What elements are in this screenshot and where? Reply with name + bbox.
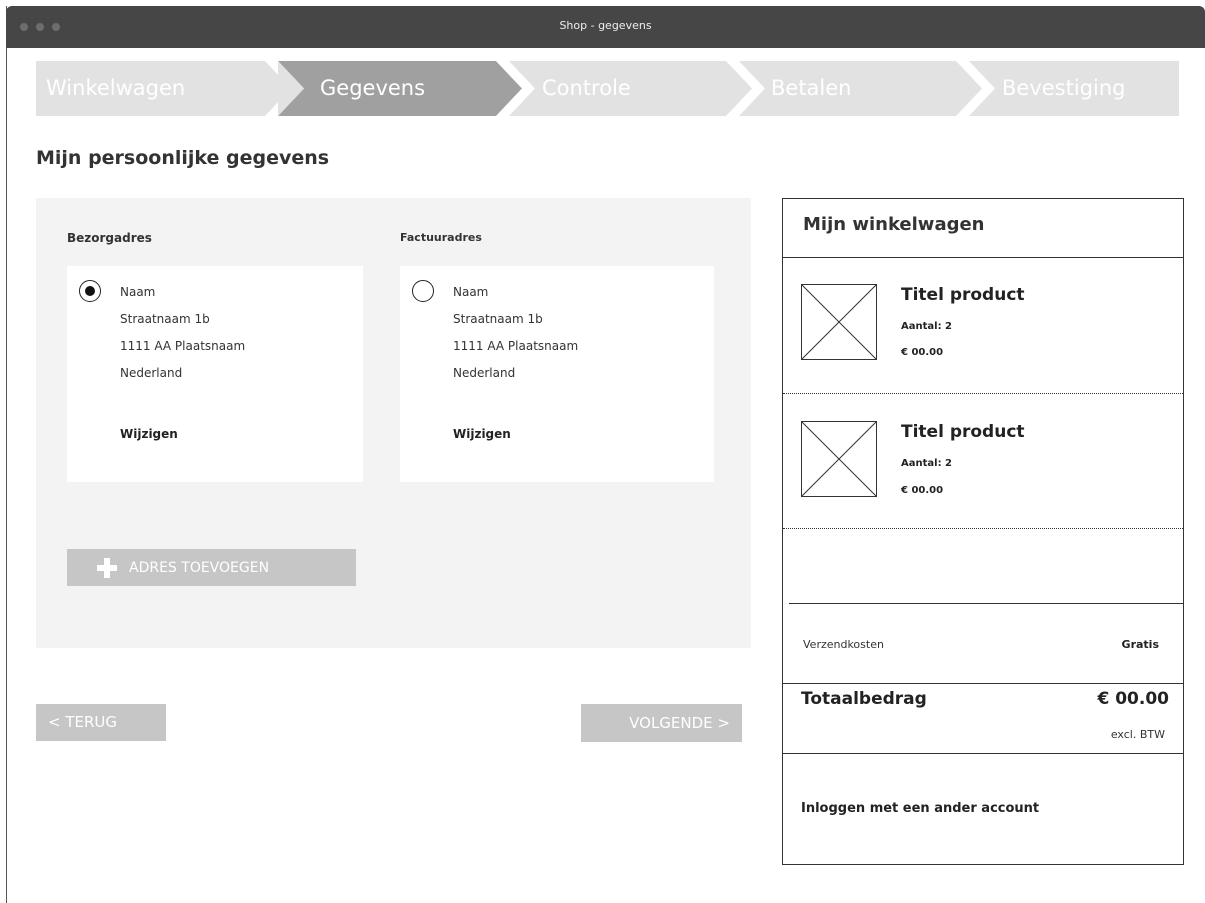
titlebar: Shop - gegevens <box>6 6 1205 48</box>
cart-panel: Mijn winkelwagen Titel product Aantal: 2… <box>782 198 1184 865</box>
total-value: € 00.00 <box>1097 689 1169 709</box>
product-quantity: Aantal: 2 <box>901 458 953 469</box>
delivery-street: Straatnaam 1b <box>120 312 210 326</box>
step-winkelwagen[interactable]: Winkelwagen <box>46 61 185 116</box>
cart-divider <box>789 603 1183 604</box>
window-title: Shop - gegevens <box>559 19 652 32</box>
product-price: € 00.00 <box>901 485 944 496</box>
delivery-city: 1111 AA Plaatsnaam <box>120 339 246 353</box>
next-button[interactable]: VOLGENDE > <box>581 704 742 742</box>
billing-address-card[interactable]: Naam Straatnaam 1b 1111 AA Plaatsnaam Ne… <box>400 266 714 482</box>
address-panel: Bezorgadres Factuuradres Naam Straatnaam… <box>36 198 751 648</box>
add-address-button[interactable]: ADRES TOEVOEGEN <box>67 549 356 586</box>
chevron-separator-4 <box>956 61 995 116</box>
product-price: € 00.00 <box>901 347 944 358</box>
product-quantity: Aantal: 2 <box>901 321 953 332</box>
cart-divider <box>783 257 1183 258</box>
billing-heading: Factuuradres <box>400 231 482 244</box>
shipping-value: Gratis <box>1121 638 1159 651</box>
step-gegevens[interactable]: Gegevens <box>320 61 425 116</box>
add-address-label: ADRES TOEVOEGEN <box>129 559 270 576</box>
billing-city: 1111 AA Plaatsnaam <box>453 339 579 353</box>
cart-divider <box>783 683 1183 684</box>
step-controle[interactable]: Controle <box>542 61 631 116</box>
billing-edit-link[interactable]: Wijzigen <box>453 427 511 441</box>
delivery-country: Nederland <box>120 366 183 380</box>
step-bevestiging[interactable]: Bevestiging <box>1002 61 1126 116</box>
billing-radio[interactable] <box>412 280 434 302</box>
delivery-radio[interactable] <box>79 280 101 302</box>
delivery-heading: Bezorgadres <box>67 231 152 245</box>
login-other-account-link[interactable]: Inloggen met een ander account <box>801 801 1039 816</box>
image-placeholder-icon <box>801 421 877 497</box>
cart-divider <box>783 753 1183 754</box>
billing-street: Straatnaam 1b <box>453 312 543 326</box>
delivery-address-card[interactable]: Naam Straatnaam 1b 1111 AA Plaatsnaam Ne… <box>67 266 363 482</box>
step-betalen[interactable]: Betalen <box>771 61 852 116</box>
total-label: Totaalbedrag <box>801 689 927 709</box>
product-image-placeholder <box>801 284 877 360</box>
product-title[interactable]: Titel product <box>901 285 1025 305</box>
cart-title: Mijn winkelwagen <box>803 214 985 235</box>
product-title[interactable]: Titel product <box>901 422 1025 442</box>
product-divider <box>783 393 1183 394</box>
plus-icon <box>97 557 117 578</box>
billing-country: Nederland <box>453 366 516 380</box>
page-title: Mijn persoonlijke gegevens <box>36 147 330 169</box>
delivery-edit-link[interactable]: Wijzigen <box>120 427 178 441</box>
chevron-separator-3 <box>726 61 765 116</box>
product-image-placeholder <box>801 421 877 497</box>
image-placeholder-icon <box>801 284 877 360</box>
back-button[interactable]: < TERUG <box>36 704 166 741</box>
checkout-steps: Winkelwagen Gegevens Controle Betalen Be… <box>36 61 1179 116</box>
radio-selected-dot <box>85 286 95 296</box>
chevron-left-of-active <box>278 61 304 116</box>
product-divider <box>783 528 1183 529</box>
total-note: excl. BTW <box>1110 728 1165 741</box>
shipping-label: Verzendkosten <box>803 638 884 651</box>
billing-name: Naam <box>453 285 489 299</box>
delivery-name: Naam <box>120 285 156 299</box>
